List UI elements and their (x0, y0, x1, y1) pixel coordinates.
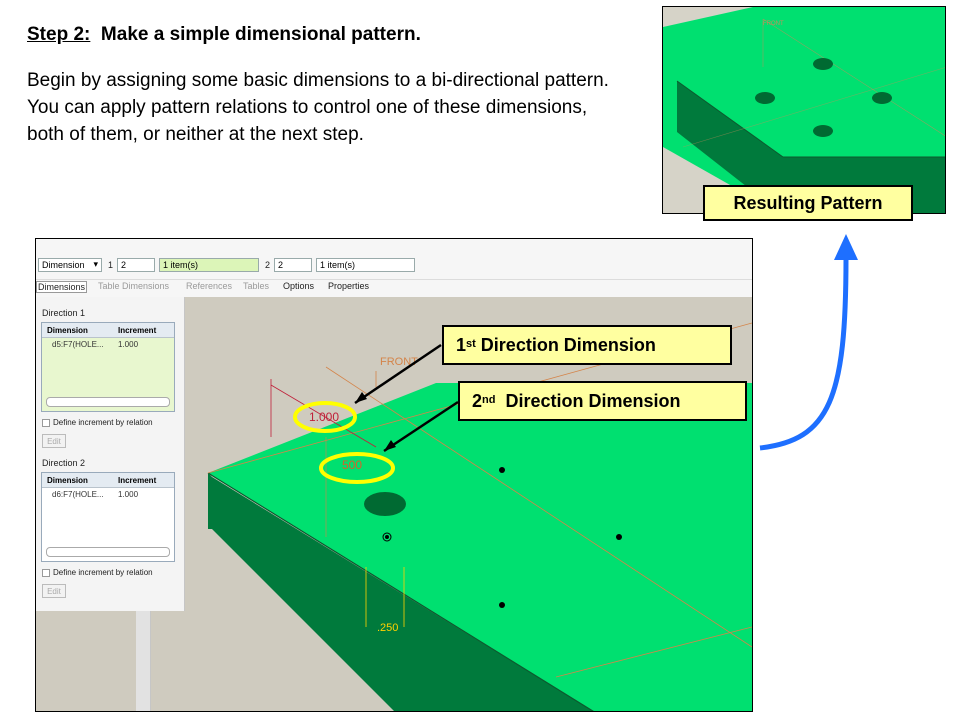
define-increment-checkbox-1[interactable] (42, 419, 50, 427)
tab-dimensions[interactable]: Dimensions (36, 281, 88, 293)
step-label: Step 2: (27, 24, 91, 45)
increment-cell[interactable]: 1.000 (118, 340, 138, 349)
direction2-items-collector[interactable]: 1 item(s) (316, 258, 415, 272)
table-row[interactable]: d5:F7(HOLE... 1.000 (42, 337, 174, 351)
result-model-svg: FRONT (663, 7, 945, 213)
direction2-title: Direction 2 (42, 458, 86, 468)
pattern-type-select[interactable]: Dimension ▾ (38, 258, 102, 272)
pattern-dashboard: Dimension ▾ 1 2 1 item(s) 2 2 1 item(s) … (36, 239, 752, 297)
hole-diameter-dimension: .250 (377, 622, 398, 634)
result-hole-1 (813, 58, 833, 70)
direction1-label: 1 (108, 260, 114, 270)
second-direction-label: Direction Dimension (495, 390, 681, 411)
pattern-member-dot (616, 534, 622, 540)
step-title: Make a simple dimensional pattern. (100, 24, 421, 45)
slide-body-text: Begin by assigning some basic dimensions… (27, 70, 609, 145)
first-num: 1 (456, 334, 467, 355)
horizontal-scrollbar[interactable] (46, 547, 170, 557)
result-hole-3 (872, 92, 892, 104)
increment-cell[interactable]: 1.000 (118, 490, 138, 499)
edit-button-2[interactable]: Edit (42, 584, 66, 598)
col-dimension: Dimension (47, 476, 88, 485)
direction1-dimension-value: 1.000 (309, 410, 339, 424)
creo-screenshot: Dimension ▾ 1 2 1 item(s) 2 2 1 item(s) … (35, 238, 753, 712)
pattern-type-value: Dimension (42, 260, 85, 270)
tab-properties[interactable]: Properties (328, 281, 369, 291)
chevron-down-icon: ▾ (93, 259, 98, 269)
define-increment-label-2: Define increment by relation (53, 568, 153, 577)
define-increment-checkbox-2[interactable] (42, 569, 50, 577)
result-plane-label: FRONT (763, 21, 784, 27)
panel-scroll-strip (136, 611, 151, 711)
first-direction-label: Direction Dimension (475, 334, 656, 355)
col-dimension: Dimension (47, 326, 88, 335)
hole-feature (364, 492, 406, 516)
direction2-label: 2 (265, 260, 271, 270)
result-hole-4 (813, 125, 833, 137)
direction2-table-header: Dimension Increment (42, 473, 174, 488)
second-direction-callout: 2nd Direction Dimension (458, 381, 747, 421)
first-direction-callout: 1st Direction Dimension (442, 325, 732, 365)
direction2-table: Dimension Increment d6:F7(HOLE... 1.000 (41, 472, 175, 562)
pattern-member-dot (499, 467, 505, 473)
tab-tables[interactable]: Tables (243, 281, 269, 291)
tab-table-dimensions[interactable]: Table Dimensions (98, 281, 169, 291)
direction1-count-input[interactable]: 2 (117, 258, 155, 272)
dimensions-panel: Direction 1 Dimension Increment d5:F7(HO… (36, 297, 185, 611)
col-increment: Increment (118, 326, 157, 335)
direction1-title: Direction 1 (42, 308, 86, 318)
result-hole-2 (755, 92, 775, 104)
tab-references[interactable]: References (186, 281, 232, 291)
resulting-pattern-callout: Resulting Pattern (703, 185, 913, 221)
slide-title: Step 2: Make a simple dimensional patter… (27, 24, 421, 46)
curved-arrow (759, 234, 858, 451)
direction2-dimension-value: 500 (342, 458, 362, 472)
edit-button-1[interactable]: Edit (42, 434, 66, 448)
dimension-cell: d6:F7(HOLE... (52, 490, 104, 499)
resulting-pattern-image: FRONT (662, 6, 946, 214)
pattern-member-dot (499, 602, 505, 608)
second-num: 2 (472, 390, 483, 411)
tab-options[interactable]: Options (283, 281, 314, 291)
front-plane-label: FRONT (380, 356, 418, 368)
col-increment: Increment (118, 476, 157, 485)
horizontal-scrollbar[interactable] (46, 397, 170, 407)
direction1-table-header: Dimension Increment (42, 323, 174, 338)
define-increment-label-1: Define increment by relation (53, 418, 153, 427)
direction1-table: Dimension Increment d5:F7(HOLE... 1.000 (41, 322, 175, 412)
resulting-pattern-label: Resulting Pattern (733, 192, 883, 213)
table-row[interactable]: d6:F7(HOLE... 1.000 (42, 487, 174, 501)
direction1-items-collector[interactable]: 1 item(s) (159, 258, 259, 272)
dimension-cell: d5:F7(HOLE... (52, 340, 104, 349)
direction2-count-input[interactable]: 2 (274, 258, 312, 272)
